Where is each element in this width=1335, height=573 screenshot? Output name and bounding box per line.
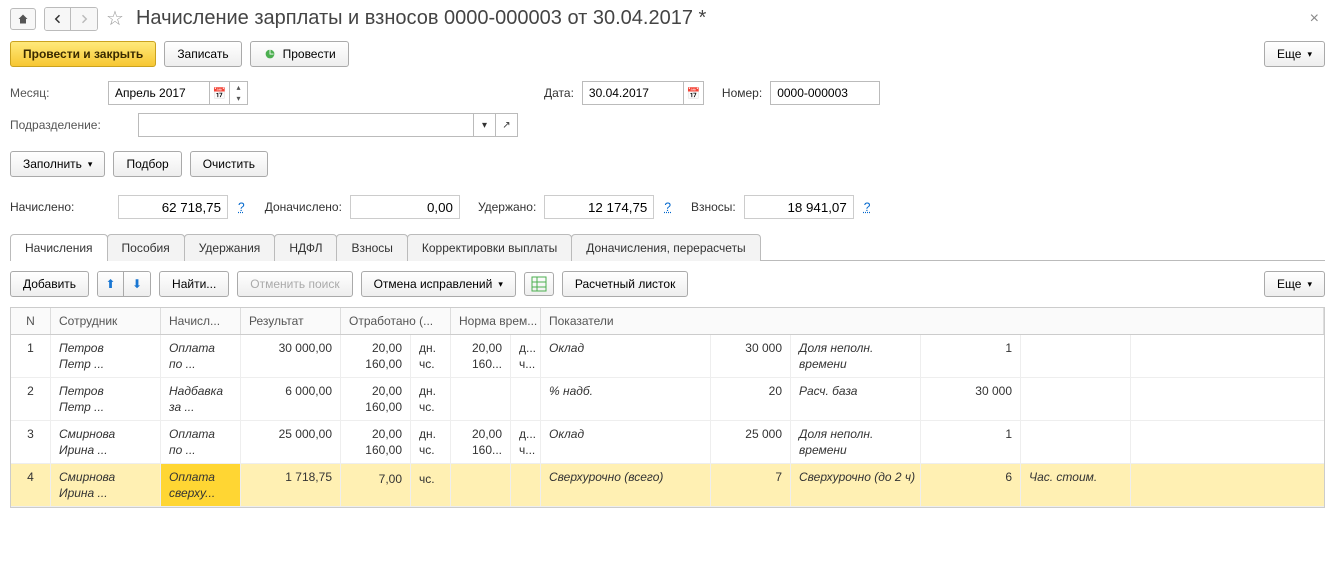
month-input[interactable] (109, 82, 209, 104)
department-open-button[interactable]: ↗ (495, 114, 517, 136)
table-row[interactable]: 4СмирноваИрина ...Оплатасверху...1 718,7… (11, 464, 1324, 507)
more-button-tab[interactable]: Еще ▾ (1264, 271, 1325, 297)
col-employee[interactable]: Сотрудник (51, 308, 161, 334)
department-input-group[interactable]: ▾ ↗ (138, 113, 518, 137)
fill-button[interactable]: Заполнить ▾ (10, 151, 105, 177)
accrued-label: Начислено: (10, 200, 110, 214)
withheld-value (544, 195, 654, 219)
tab-Взносы[interactable]: Взносы (336, 234, 407, 261)
table-row[interactable]: 3СмирноваИрина ...Оплатапо ...25 000,002… (11, 421, 1324, 464)
accruals-grid[interactable]: N Сотрудник Начисл... Результат Отработа… (10, 307, 1325, 508)
add-row-button[interactable]: Добавить (10, 271, 89, 297)
save-button[interactable]: Записать (164, 41, 241, 67)
move-up-button[interactable]: ⬆ (98, 272, 124, 296)
post-button-label: Провести (283, 47, 336, 61)
forward-button[interactable] (71, 8, 97, 30)
pick-button[interactable]: Подбор (113, 151, 181, 177)
favorite-star-icon[interactable]: ☆ (106, 6, 124, 31)
close-button[interactable]: × (1304, 10, 1325, 28)
month-label: Месяц: (10, 86, 100, 100)
tab-Удержания[interactable]: Удержания (184, 234, 276, 261)
payslip-button[interactable]: Расчетный листок (562, 271, 688, 297)
home-button[interactable] (10, 8, 36, 30)
contrib-help-icon[interactable]: ? (862, 200, 873, 214)
accrued-help-icon[interactable]: ? (236, 200, 247, 214)
clear-button[interactable]: Очистить (190, 151, 268, 177)
col-n[interactable]: N (11, 308, 51, 334)
department-input[interactable] (139, 114, 473, 136)
move-down-button[interactable]: ⬇ (124, 272, 150, 296)
tab-Доначисления, перерасчеты[interactable]: Доначисления, перерасчеты (571, 234, 760, 261)
post-button[interactable]: Провести (250, 41, 349, 67)
grid-mode-button[interactable] (524, 272, 554, 296)
additional-value (350, 195, 460, 219)
contrib-value (744, 195, 854, 219)
cancel-find-button: Отменить поиск (237, 271, 352, 297)
accrued-value (118, 195, 228, 219)
table-row[interactable]: 1ПетровПетр ...Оплатапо ...30 000,0020,0… (11, 335, 1324, 378)
number-label: Номер: (722, 86, 762, 100)
col-norm[interactable]: Норма врем... (451, 308, 541, 334)
tab-НДФЛ[interactable]: НДФЛ (274, 234, 337, 261)
col-indicators[interactable]: Показатели (541, 308, 1324, 334)
tab-Начисления[interactable]: Начисления (10, 234, 108, 261)
more-tab-label: Еще (1277, 277, 1301, 291)
more-button-top[interactable]: Еще ▾ (1264, 41, 1325, 67)
post-and-close-button[interactable]: Провести и закрыть (10, 41, 156, 67)
contrib-label: Взносы: (691, 200, 736, 214)
cancel-fix-label: Отмена исправлений (374, 277, 493, 291)
withheld-help-icon[interactable]: ? (662, 200, 673, 214)
date-input-group[interactable]: 📅 (582, 81, 704, 105)
col-worked[interactable]: Отработано (... (341, 308, 451, 334)
col-accrual[interactable]: Начисл... (161, 308, 241, 334)
more-label: Еще (1277, 47, 1301, 61)
page-title: Начисление зарплаты и взносов 0000-00000… (136, 7, 1296, 30)
fill-label: Заполнить (23, 157, 82, 171)
department-label: Подразделение: (10, 118, 130, 132)
find-button[interactable]: Найти... (159, 271, 229, 297)
tab-Корректировки выплаты[interactable]: Корректировки выплаты (407, 234, 572, 261)
date-label: Дата: (544, 86, 574, 100)
number-input[interactable] (770, 81, 880, 105)
tab-Пособия[interactable]: Пособия (107, 234, 185, 261)
cancel-corrections-button[interactable]: Отмена исправлений ▾ (361, 271, 516, 297)
table-row[interactable]: 2ПетровПетр ...Надбавказа ...6 000,0020,… (11, 378, 1324, 421)
date-picker-button[interactable]: 📅 (683, 82, 703, 104)
col-result[interactable]: Результат (241, 308, 341, 334)
date-input[interactable] (583, 82, 683, 104)
additional-label: Доначислено: (265, 200, 342, 214)
month-picker-button[interactable]: 📅 (209, 82, 229, 104)
department-dropdown-button[interactable]: ▾ (473, 114, 495, 136)
withheld-label: Удержано: (478, 200, 536, 214)
back-button[interactable] (45, 8, 71, 30)
month-input-group[interactable]: 📅 ▴▾ (108, 81, 248, 105)
month-spinner[interactable]: ▴▾ (229, 82, 247, 104)
